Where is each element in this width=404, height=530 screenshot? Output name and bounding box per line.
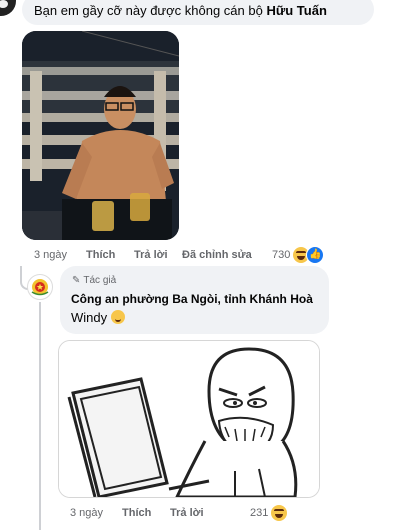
reply-bubble: ✎ Tác giả Công an phường Ba Ngòi, tỉnh K… (60, 266, 329, 334)
pencil-icon: ✎ (72, 275, 81, 286)
like-button[interactable]: Thích (86, 249, 115, 261)
reply-reactions[interactable]: 231 (250, 504, 289, 522)
photo-image (22, 31, 179, 240)
reply-message: Windy (71, 310, 108, 325)
comment-time[interactable]: 3 ngày (34, 249, 67, 261)
comment-bubble: Bạn em gầy cỡ này được không cán bộ Hữu … (22, 0, 374, 25)
author-badge-label: Tác giả (83, 275, 117, 286)
reply-time[interactable]: 3 ngày (70, 507, 103, 519)
reply-like-button[interactable]: Thích (122, 507, 151, 519)
meme-drawing (59, 341, 319, 497)
haha-emoji-icon (270, 504, 289, 522)
author-badge: ✎ Tác giả (72, 275, 116, 286)
reply-thread-line (39, 302, 41, 530)
police-emblem-icon (31, 279, 49, 296)
comment-text: Bạn em gầy cỡ này được không cán bộ Hữu … (34, 3, 327, 18)
reply-meme-image[interactable] (58, 340, 320, 498)
reply-actions: 3 ngày Thích Trả lời (70, 507, 270, 523)
smile-emoji-icon (111, 310, 126, 324)
comment-reactions[interactable]: 730 (272, 246, 325, 264)
reply-text: Windy (71, 310, 126, 325)
reply-reply-button[interactable]: Trả lời (170, 507, 204, 519)
edited-label: Đã chỉnh sửa (182, 249, 252, 261)
reply-reaction-count: 231 (250, 507, 269, 519)
comment-body: Bạn em gầy cỡ này được không cán bộ (34, 3, 267, 18)
comment-mention[interactable]: Hữu Tuấn (266, 3, 326, 18)
reply-button[interactable]: Trả lời (134, 249, 168, 261)
reply-author-name[interactable]: Công an phường Ba Ngòi, tỉnh Khánh Hoà (71, 292, 313, 306)
like-emoji-icon (306, 246, 325, 264)
reaction-count: 730 (272, 249, 291, 261)
comment-photo[interactable] (22, 31, 179, 240)
reply-author-avatar[interactable] (27, 274, 53, 300)
commenter-avatar[interactable] (0, 0, 16, 16)
